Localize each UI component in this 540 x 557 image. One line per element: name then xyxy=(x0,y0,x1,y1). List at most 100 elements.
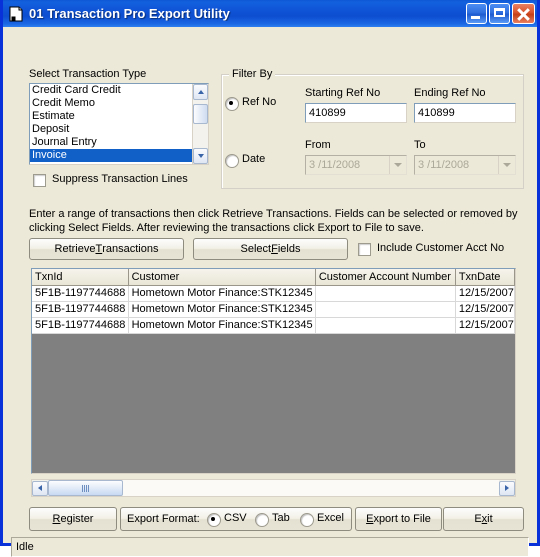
register-suffix: egister xyxy=(60,513,94,525)
scroll-track[interactable] xyxy=(193,100,208,148)
grid-cell[interactable]: 5F1B-1197744688 xyxy=(32,286,129,301)
suppress-transaction-lines-checkbox[interactable]: Suppress Transaction Lines xyxy=(33,173,213,189)
format-tab-radio[interactable]: Tab xyxy=(255,512,297,528)
to-date-value: 3 /11/2008 xyxy=(418,159,470,171)
export-suffix: xport to File xyxy=(373,513,431,525)
table-row[interactable]: 5F1B-1197744688 Hometown Motor Finance:S… xyxy=(32,286,515,302)
status-bar: Idle xyxy=(11,537,529,557)
radio-label: Ref No xyxy=(242,96,277,108)
grid-empty-area[interactable] xyxy=(32,334,515,470)
scroll-up-arrow-icon[interactable] xyxy=(193,84,208,100)
grid-cell[interactable] xyxy=(316,318,456,333)
radio-dot[interactable] xyxy=(207,513,221,527)
select-fields-button[interactable]: Select Fields xyxy=(193,238,348,260)
starting-ref-no-input[interactable]: 410899 xyxy=(305,103,407,123)
export-accelerator: E xyxy=(366,513,374,525)
grid-header-cell[interactable]: TxnId xyxy=(32,269,129,285)
list-item[interactable]: Credit Card Credit xyxy=(30,84,192,97)
radio-dot[interactable] xyxy=(225,154,239,168)
select-fields-suffix: ields xyxy=(277,243,301,255)
instructions-line2: clicking Select Fields. After reviewing … xyxy=(29,222,424,234)
client-area: Select Transaction Type Credit Card Cred… xyxy=(3,27,537,557)
scroll-thumb[interactable] xyxy=(193,104,208,124)
grid-cell[interactable]: Hometown Motor Finance:STK12345 xyxy=(129,302,316,317)
list-item[interactable]: Estimate xyxy=(30,110,192,123)
grid-header-cell[interactable]: TxnDate xyxy=(455,269,515,285)
exit-suffix: it xyxy=(487,513,493,525)
list-item[interactable]: Credit Memo xyxy=(30,97,192,110)
grid-cell[interactable]: 5F1B-1197744688 xyxy=(32,302,129,317)
transaction-type-listbox[interactable]: Credit Card Credit Credit Memo Estimate … xyxy=(29,83,209,165)
chevron-left-icon[interactable] xyxy=(32,480,48,496)
retrieve-transactions-button[interactable]: Retrieve Transactions xyxy=(29,238,184,260)
grid-cell[interactable]: Hometown Motor Finance:STK12345 xyxy=(129,286,316,301)
select-fields-accelerator: F xyxy=(271,243,278,255)
filter-ref-no-radio[interactable]: Ref No xyxy=(225,96,305,112)
select-fields-prefix: Select xyxy=(240,243,272,255)
listbox-vertical-scrollbar[interactable] xyxy=(192,84,208,164)
checkbox-label: Include Customer Acct No xyxy=(377,242,505,254)
grid-cell[interactable] xyxy=(316,302,456,317)
scroll-down-arrow-icon[interactable] xyxy=(193,148,208,164)
filter-by-label: Filter By xyxy=(229,68,276,80)
exit-prefix: E xyxy=(474,513,482,525)
from-date-value: 3 /11/2008 xyxy=(309,159,361,171)
title-bar[interactable]: 01 Transaction Pro Export Utility xyxy=(3,0,537,27)
chevron-right-icon[interactable] xyxy=(499,480,515,496)
minimize-button[interactable] xyxy=(466,3,487,24)
list-item-selected[interactable]: Invoice xyxy=(30,149,192,162)
grid-cell[interactable]: 12/15/2007 xyxy=(456,302,515,317)
register-button[interactable]: Register xyxy=(29,507,117,531)
window-title: 01 Transaction Pro Export Utility xyxy=(29,6,230,21)
checkbox-label: Suppress Transaction Lines xyxy=(52,173,188,185)
ending-ref-no-label: Ending Ref No xyxy=(414,87,486,99)
grid-cell[interactable]: Hometown Motor Finance:STK12345 xyxy=(129,318,316,333)
export-to-file-button[interactable]: Export to File xyxy=(355,507,442,531)
retrieve-suffix: ransactions xyxy=(102,243,159,255)
maximize-button[interactable] xyxy=(489,3,510,24)
transactions-grid[interactable]: TxnId Customer Customer Account Number T… xyxy=(31,268,516,474)
to-date-picker[interactable]: 3 /11/2008 xyxy=(414,155,516,175)
checkbox-box[interactable] xyxy=(33,174,46,187)
format-csv-radio[interactable]: CSV xyxy=(207,512,253,528)
table-row[interactable]: 5F1B-1197744688 Hometown Motor Finance:S… xyxy=(32,302,515,318)
include-customer-acct-no-checkbox[interactable]: Include Customer Acct No xyxy=(358,242,533,258)
instructions-text: Enter a range of transactions then click… xyxy=(29,207,529,235)
list-item[interactable]: Deposit xyxy=(30,123,192,136)
grid-header-cell[interactable]: Customer Account Number xyxy=(315,269,456,285)
from-date-picker[interactable]: 3 /11/2008 xyxy=(305,155,407,175)
instructions-line1: Enter a range of transactions then click… xyxy=(29,208,518,220)
table-row[interactable]: 5F1B-1197744688 Hometown Motor Finance:S… xyxy=(32,318,515,334)
radio-label: Tab xyxy=(272,512,290,524)
grid-horizontal-scrollbar[interactable] xyxy=(31,479,516,497)
export-format-label: Export Format: xyxy=(127,513,200,525)
checkbox-box[interactable] xyxy=(358,243,371,256)
chevron-down-icon[interactable] xyxy=(498,156,515,174)
grid-cell[interactable]: 12/15/2007 xyxy=(456,318,515,333)
radio-label: Excel xyxy=(317,512,344,524)
format-excel-radio[interactable]: Excel xyxy=(300,512,350,528)
grid-cell[interactable] xyxy=(316,286,456,301)
retrieve-prefix: Retrieve xyxy=(54,243,96,255)
grid-cell[interactable]: 5F1B-1197744688 xyxy=(32,318,129,333)
close-button[interactable] xyxy=(512,3,535,24)
radio-dot[interactable] xyxy=(300,513,314,527)
exit-button[interactable]: Ex it xyxy=(443,507,524,531)
radio-label: Date xyxy=(242,153,266,165)
filter-date-radio[interactable]: Date xyxy=(225,153,305,169)
list-item[interactable]: Journal Entry xyxy=(30,136,192,149)
hscroll-thumb[interactable] xyxy=(48,480,123,496)
grid-cell[interactable]: 12/15/2007 xyxy=(456,286,515,301)
status-text: Idle xyxy=(16,541,34,553)
radio-dot[interactable] xyxy=(225,97,239,111)
register-accelerator: R xyxy=(52,513,61,525)
radio-dot[interactable] xyxy=(255,513,269,527)
chevron-down-icon[interactable] xyxy=(389,156,406,174)
transaction-type-group-label: Select Transaction Type xyxy=(29,68,147,80)
grid-header-cell[interactable]: Customer xyxy=(128,269,316,285)
hscroll-track[interactable] xyxy=(48,480,499,496)
radio-label: CSV xyxy=(224,512,247,524)
ending-ref-no-input[interactable]: 410899 xyxy=(414,103,516,123)
listbox-items: Credit Card Credit Credit Memo Estimate … xyxy=(30,84,192,164)
application-window: 01 Transaction Pro Export Utility Select… xyxy=(0,0,540,557)
